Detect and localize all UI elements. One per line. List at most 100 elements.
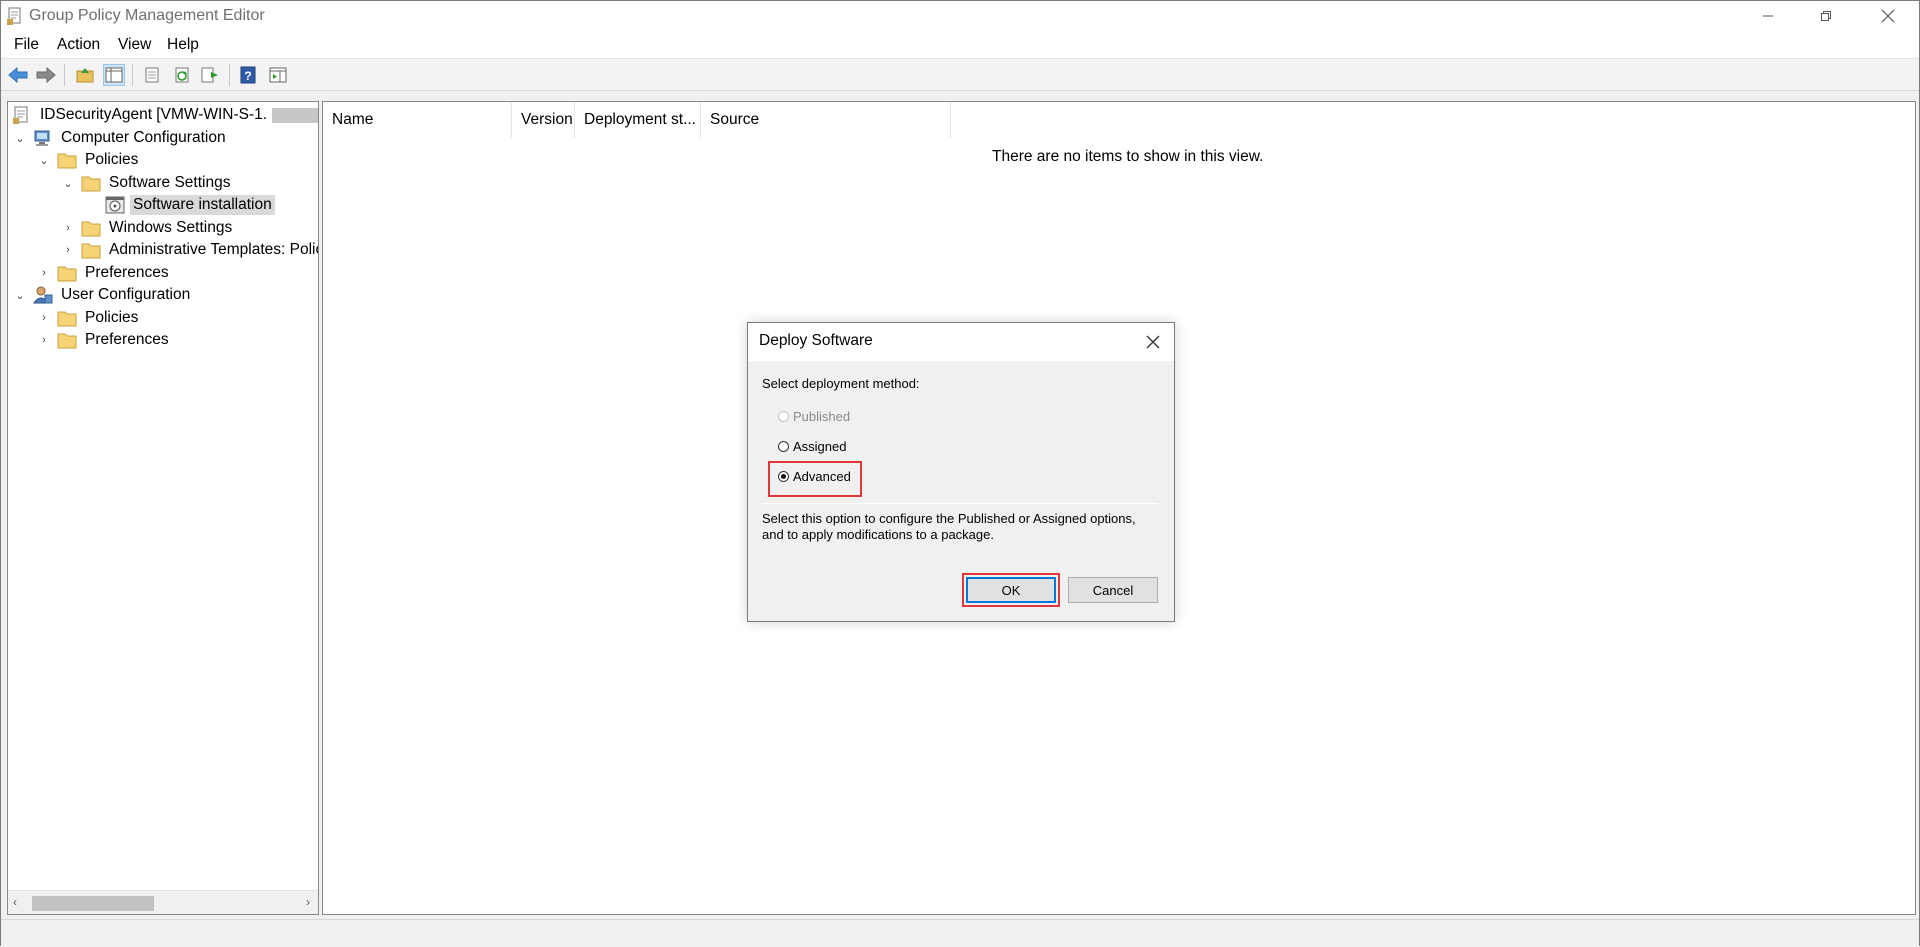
chevron-right-icon[interactable]: › xyxy=(37,333,51,347)
back-icon xyxy=(8,67,28,83)
minimize-button[interactable] xyxy=(1739,1,1797,31)
radio-assigned[interactable]: Assigned xyxy=(778,436,846,456)
close-button[interactable] xyxy=(1859,1,1917,31)
tree-label: Computer Configuration xyxy=(61,129,226,146)
minimize-icon xyxy=(1763,15,1773,17)
dialog-close-button[interactable] xyxy=(1138,327,1168,357)
horizontal-scrollbar[interactable]: ‹ › xyxy=(8,890,318,914)
folder-icon xyxy=(57,309,77,327)
svg-text:?: ? xyxy=(244,69,251,83)
tree-item-uc-policies[interactable]: › Policies xyxy=(37,307,141,329)
radio-label-assigned: Assigned xyxy=(793,438,847,454)
tree-label: Windows Settings xyxy=(109,219,233,236)
properties-icon xyxy=(145,67,159,83)
folder-icon xyxy=(57,331,77,349)
chevron-down-icon[interactable]: ⌄ xyxy=(13,131,27,145)
chevron-right-icon[interactable]: › xyxy=(61,243,75,257)
radio-button-unchecked[interactable] xyxy=(778,410,789,422)
tree-item-cc-policies[interactable]: ⌄ Policies xyxy=(37,149,141,171)
folder-icon xyxy=(81,174,101,192)
gpme-window: Group Policy Management Editor File Acti… xyxy=(0,0,1920,947)
menu-file[interactable]: File xyxy=(14,36,39,54)
restore-button[interactable] xyxy=(1797,1,1855,31)
up-one-level-button[interactable] xyxy=(74,64,96,86)
restore-icon xyxy=(1821,11,1831,21)
close-icon xyxy=(1881,9,1895,23)
gpo-document-icon xyxy=(12,106,32,124)
folder-icon xyxy=(57,264,77,282)
redacted-block xyxy=(272,107,318,123)
show-hide-action-pane-button[interactable] xyxy=(267,64,289,86)
dialog-divider xyxy=(762,503,1158,504)
tree-item-computer-configuration[interactable]: ⌄ Computer Configuration xyxy=(13,127,229,149)
software-installation-icon xyxy=(105,196,125,214)
tree-item-software-settings[interactable]: ⌄ Software Settings xyxy=(61,172,233,194)
empty-list-message: There are no items to show in this view. xyxy=(992,148,1264,165)
folder-icon xyxy=(81,219,101,237)
title-bar: Group Policy Management Editor xyxy=(1,1,1919,31)
export-list-icon xyxy=(201,67,218,83)
chevron-right-icon[interactable]: › xyxy=(37,311,51,325)
toolbar: ? xyxy=(1,59,1919,91)
gpme-app-icon xyxy=(7,7,23,25)
tree-label: Policies xyxy=(85,309,139,326)
radio-button-unchecked[interactable] xyxy=(778,440,789,452)
dialog-title-bar: Deploy Software xyxy=(748,323,1174,361)
status-bar xyxy=(1,919,1919,947)
up-folder-icon xyxy=(76,68,94,83)
column-header-version[interactable]: Version xyxy=(512,102,575,138)
chevron-right-icon[interactable]: › xyxy=(61,221,75,235)
tree-item-user-configuration[interactable]: ⌄ User Configuration xyxy=(13,284,193,306)
refresh-icon xyxy=(175,67,189,83)
tree-item-cc-preferences[interactable]: › Preferences xyxy=(37,262,172,284)
tree-item-administrative-templates[interactable]: › Administrative Templates: Policy xyxy=(61,239,319,261)
menu-view[interactable]: View xyxy=(118,36,151,54)
chevron-down-icon[interactable]: ⌄ xyxy=(37,153,51,167)
user-icon xyxy=(33,286,53,304)
tree-label: Preferences xyxy=(85,331,169,348)
radio-label-published: Published xyxy=(793,408,851,424)
properties-button[interactable] xyxy=(141,64,163,86)
ok-highlight-box xyxy=(962,573,1060,607)
folder-icon xyxy=(81,241,101,259)
console-tree: IDSecurityAgent [VMW-WIN-S-1. ⌄ Computer… xyxy=(7,101,319,915)
deploy-software-dialog: Deploy Software Select deployment method… xyxy=(747,322,1175,622)
tree-item-root[interactable]: IDSecurityAgent [VMW-WIN-S-1. xyxy=(12,104,318,126)
forward-button[interactable] xyxy=(35,64,57,86)
tree-label: Administrative Templates: Policy xyxy=(109,241,319,258)
export-list-button[interactable] xyxy=(199,64,221,86)
column-header-source[interactable]: Source xyxy=(701,102,951,138)
show-hide-tree-icon xyxy=(105,67,123,83)
tree-item-software-installation[interactable]: Software installation xyxy=(85,194,275,216)
option-description-line2: and to apply modifications to a package. xyxy=(762,527,994,542)
radio-published[interactable]: Published xyxy=(778,406,850,426)
tree-label: Policies xyxy=(85,151,139,168)
chevron-down-icon[interactable]: ⌄ xyxy=(61,176,75,190)
menu-action[interactable]: Action xyxy=(57,36,100,54)
option-description-line1: Select this option to configure the Publ… xyxy=(762,511,1136,526)
deployment-method-prompt: Select deployment method: xyxy=(762,376,920,391)
tree-item-windows-settings[interactable]: › Windows Settings xyxy=(61,217,235,239)
help-button[interactable]: ? xyxy=(237,64,259,86)
menu-help[interactable]: Help xyxy=(167,36,199,54)
scroll-right-icon[interactable]: › xyxy=(306,895,310,909)
advanced-highlight-box xyxy=(768,461,862,497)
column-header-name[interactable]: Name xyxy=(323,102,512,138)
forward-icon xyxy=(36,67,56,83)
back-button[interactable] xyxy=(7,64,29,86)
scrollbar-thumb[interactable] xyxy=(32,896,154,911)
cancel-button[interactable]: Cancel xyxy=(1068,577,1158,603)
tree-label: Software Settings xyxy=(109,174,231,191)
tree-item-uc-preferences[interactable]: › Preferences xyxy=(37,329,172,351)
scroll-left-icon[interactable]: ‹ xyxy=(13,895,17,909)
show-hide-console-tree-button[interactable] xyxy=(103,64,125,86)
chevron-right-icon[interactable]: › xyxy=(37,266,51,280)
folder-icon xyxy=(57,151,77,169)
chevron-down-icon[interactable]: ⌄ xyxy=(13,288,27,302)
tree-label-root: IDSecurityAgent [VMW-WIN-S-1. xyxy=(40,106,268,123)
computer-icon xyxy=(33,129,53,147)
refresh-button[interactable] xyxy=(171,64,193,86)
help-icon: ? xyxy=(240,66,256,84)
column-header-deployment-state[interactable]: Deployment st... xyxy=(575,102,701,138)
window-title: Group Policy Management Editor xyxy=(29,7,265,24)
